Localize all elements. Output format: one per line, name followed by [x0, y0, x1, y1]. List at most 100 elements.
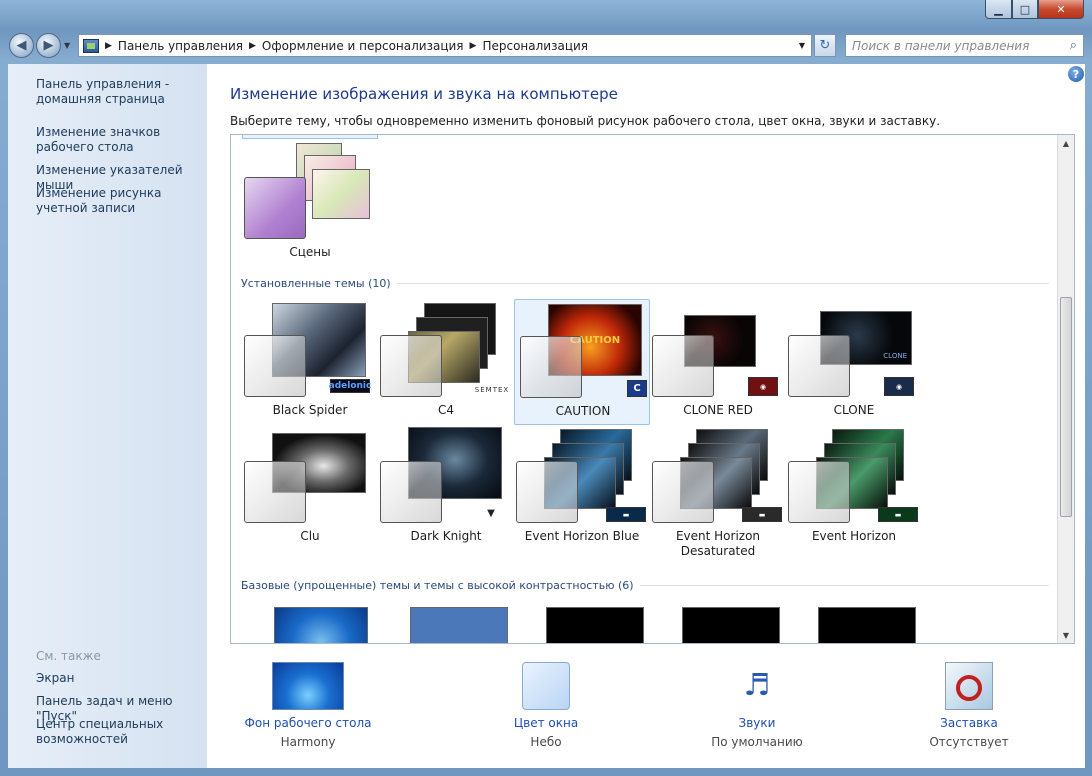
theme-tile-event-horizon[interactable]: ▬ Event Horizon [786, 425, 922, 551]
page-title: Изменение изображения и звука на компьют… [230, 85, 618, 103]
see-also-display[interactable]: Экран [36, 671, 206, 686]
basic-theme-high-contrast-1[interactable] [546, 607, 644, 643]
theme-color-swatch [244, 335, 306, 397]
breadcrumb-appearance[interactable]: Оформление и персонализация [262, 39, 464, 53]
breadcrumb-separator-icon[interactable]: ▶ [105, 41, 112, 51]
theme-label: Event Horizon Blue [524, 529, 640, 543]
theme-tile-scenes[interactable]: Сцены [242, 141, 378, 267]
search-icon[interactable]: ⌕ [1070, 38, 1077, 53]
window-color-link[interactable]: Цвет окна [466, 716, 626, 730]
close-button[interactable]: ✕ [1038, 0, 1084, 19]
refresh-button[interactable]: ↻ [814, 34, 836, 57]
theme-color-swatch [380, 335, 442, 397]
screensaver-value: Отсутствует [929, 735, 1009, 749]
window-color-icon [522, 662, 570, 710]
see-also-accessibility[interactable]: Центр специальных возможностей [36, 717, 206, 747]
breadcrumb-separator-icon[interactable]: ▶ [470, 41, 477, 51]
theme-tile-black-spider[interactable]: adelonic Black Spider [242, 299, 378, 425]
theme-badge-icon: ◉ [884, 377, 914, 396]
scroll-down-icon[interactable]: ▼ [1058, 627, 1074, 643]
minimize-button[interactable]: ▁ [985, 0, 1012, 19]
theme-label: Event Horizon Desaturated [675, 529, 761, 558]
desktop-background-link[interactable]: Фон рабочего стола [228, 716, 388, 730]
screensaver-setting[interactable]: Заставка Отсутствует [889, 662, 1049, 749]
basic-theme-windows7[interactable] [274, 607, 368, 643]
theme-color-swatch [244, 177, 306, 239]
address-bar[interactable]: ▶ Панель управления ▶ Оформление и персо… [78, 34, 812, 57]
address-dropdown-icon[interactable]: ▼ [799, 41, 811, 50]
back-button[interactable]: ◀ [9, 33, 34, 58]
theme-color-swatch [380, 461, 442, 523]
recent-pages-dropdown[interactable]: ▼ [64, 41, 70, 50]
theme-tile-clone[interactable]: CLONE ◉ CLONE [786, 299, 922, 425]
theme-label: CLONE [833, 403, 875, 417]
theme-label: CAUTION [555, 404, 611, 418]
breadcrumb-personalization[interactable]: Персонализация [482, 39, 588, 53]
theme-tile-caution[interactable]: CAUTION C CAUTION [514, 299, 650, 425]
basic-theme-basic[interactable] [410, 607, 508, 643]
installed-themes-header-text: Установленные темы (10) [241, 277, 391, 290]
theme-badge: SEMTEX [474, 385, 510, 395]
screensaver-link[interactable]: Заставка [889, 716, 1049, 730]
theme-badge: adelonic [328, 379, 372, 393]
theme-badge-icon: ▬ [742, 507, 782, 522]
theme-tile-clone-red[interactable]: ◉ CLONE RED [650, 299, 786, 425]
screensaver-icon [945, 662, 993, 710]
theme-tile-c4[interactable]: SEMTEX C4 [378, 299, 514, 425]
search-input[interactable]: Поиск в панели управления ⌕ [845, 34, 1084, 57]
control-panel-icon [83, 38, 99, 53]
basic-theme-high-contrast-2[interactable] [682, 607, 780, 643]
theme-list: Сцены Установленные темы (10) adelonic B… [230, 134, 1075, 644]
navigation-bar: ◀ ▶ ▼ ▶ Панель управления ▶ Оформление и… [0, 31, 1092, 59]
theme-color-swatch [652, 461, 714, 523]
scrollbar-thumb[interactable] [1060, 297, 1072, 517]
window-color-setting[interactable]: Цвет окна Небо [466, 662, 626, 749]
basic-themes-header: Базовые (упрощенные) темы и темы с высок… [241, 579, 1049, 592]
header-divider [639, 585, 1049, 586]
theme-label: Clu [300, 529, 320, 543]
desktop-background-setting[interactable]: Фон рабочего стола Harmony [228, 662, 388, 749]
sounds-setting[interactable]: ♬ Звуки По умолчанию [677, 662, 837, 749]
sidebar-link-control-panel-home[interactable]: Панель управления - домашняя страница [36, 77, 206, 107]
main-content: ? Изменение изображения и звука на компь… [207, 64, 1085, 768]
basic-theme-high-contrast-black[interactable] [818, 607, 916, 643]
sidebar-link-account-picture[interactable]: Изменение рисунка учетной записи [36, 186, 206, 216]
theme-color-swatch [788, 461, 850, 523]
theme-color-swatch [516, 461, 578, 523]
theme-color-swatch [520, 336, 582, 398]
help-icon[interactable]: ? [1068, 66, 1084, 82]
basic-themes-header-text: Базовые (упрощенные) темы и темы с высок… [241, 579, 634, 592]
desktop-background-value: Harmony [280, 735, 336, 749]
theme-tile-event-horizon-desaturated[interactable]: ▬ Event Horizon Desaturated [650, 425, 786, 558]
caption-buttons: ▁ □ ✕ [985, 0, 1084, 19]
theme-tile-clu[interactable]: Clu [242, 425, 378, 551]
theme-badge-icon: ▬ [878, 507, 918, 522]
vertical-scrollbar[interactable]: ▲ ▼ [1057, 135, 1074, 643]
theme-color-swatch [788, 335, 850, 397]
scroll-up-icon[interactable]: ▲ [1058, 135, 1074, 151]
theme-color-swatch [244, 461, 306, 523]
window-frame: ▁ □ ✕ ◀ ▶ ▼ ▶ Панель управления ▶ Оформл… [0, 0, 1092, 776]
theme-tile-dark-knight[interactable]: ▼ Dark Knight [378, 425, 514, 551]
breadcrumb-separator-icon[interactable]: ▶ [249, 41, 256, 51]
forward-button[interactable]: ▶ [36, 33, 61, 58]
theme-label: Black Spider [272, 403, 348, 417]
desktop-background-icon [272, 662, 344, 710]
theme-badge: C [627, 380, 647, 397]
no-screensaver-icon [956, 675, 982, 701]
breadcrumb-control-panel[interactable]: Панель управления [118, 39, 243, 53]
sounds-link[interactable]: Звуки [677, 716, 837, 730]
window-color-value: Небо [530, 735, 562, 749]
theme-label: Event Horizon [811, 529, 897, 543]
theme-badge-icon: ◉ [748, 377, 778, 396]
maximize-button[interactable]: □ [1012, 0, 1038, 19]
left-navigation-pane: Панель управления - домашняя страница Из… [8, 64, 207, 768]
theme-tile-event-horizon-blue[interactable]: ▬ Event Horizon Blue [514, 425, 650, 551]
page-subtitle: Выберите тему, чтобы одновременно измени… [230, 114, 941, 128]
theme-label: CLONE RED [683, 403, 753, 417]
sidebar-link-desktop-icons[interactable]: Изменение значков рабочего стола [36, 125, 206, 155]
theme-color-swatch [652, 335, 714, 397]
see-also-heading: См. также [36, 649, 101, 663]
installed-themes-header: Установленные темы (10) [241, 277, 1049, 290]
bat-logo-icon: ▼ [478, 507, 504, 519]
